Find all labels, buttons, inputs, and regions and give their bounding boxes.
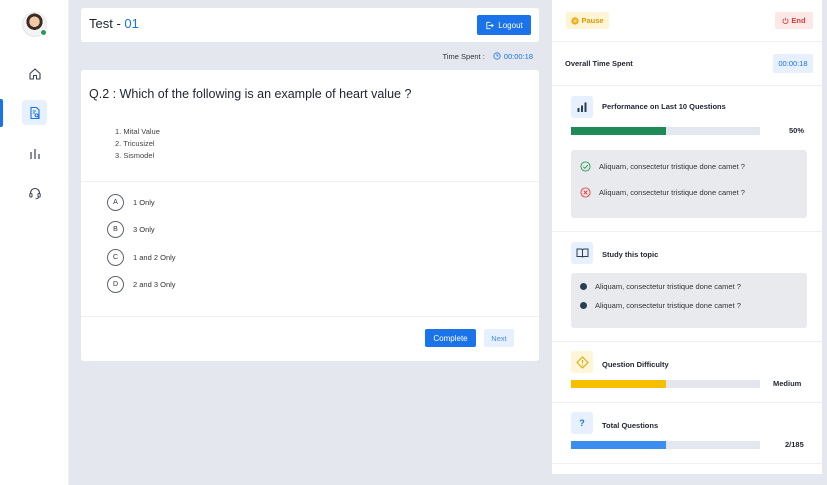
- bullet-icon: [580, 283, 587, 290]
- divider: [552, 231, 822, 232]
- pause-icon: [571, 16, 580, 25]
- divider: [552, 41, 822, 42]
- difficulty-value: Medium: [773, 379, 802, 388]
- bar-chart-icon: [571, 96, 593, 118]
- total-questions-progress-fill: [571, 441, 666, 449]
- logout-button[interactable]: Logout: [477, 15, 531, 35]
- option-radio[interactable]: C: [107, 249, 124, 266]
- book-icon: [571, 242, 593, 264]
- difficulty-title: Question Difficulty: [602, 360, 669, 369]
- stats-card: Pause End Overall Time Spent 00:00:18 Pe…: [552, 0, 822, 474]
- option-a[interactable]: A 1 Only: [107, 194, 155, 211]
- history-item: Aliquam, consectetur tristique done came…: [580, 187, 745, 198]
- option-label: 3 Only: [133, 225, 155, 234]
- option-label: 1 Only: [133, 198, 155, 207]
- option-radio[interactable]: B: [107, 221, 124, 238]
- study-item[interactable]: Aliquam, consectetur tristique done came…: [580, 282, 741, 291]
- study-title: Study this topic: [602, 250, 659, 259]
- time-spent-row: Time Spent : 00:00:18: [81, 50, 533, 62]
- overall-time-label: Overall Time Spent: [565, 59, 633, 68]
- bullet-icon: [580, 302, 587, 309]
- question-mark-icon: ?: [571, 412, 593, 434]
- test-document-icon[interactable]: [22, 100, 47, 125]
- performance-title: Performance on Last 10 Questions: [602, 102, 726, 111]
- total-questions-value: 2/185: [785, 440, 804, 449]
- statement-list: 1. Mital Value 2. Tricusizel 3. Sismodel: [115, 126, 160, 162]
- performance-value: 50%: [789, 126, 805, 135]
- performance-progress-fill: [571, 127, 666, 135]
- question-text: Q.2 : Which of the following is an examp…: [89, 87, 412, 101]
- test-title: Test - 01: [89, 16, 139, 31]
- performance-progress-bar: [571, 127, 760, 135]
- total-questions-progress-bar: [571, 441, 760, 449]
- overall-time-value: 00:00:18: [773, 54, 813, 73]
- time-spent-value: 00:00:18: [493, 52, 533, 61]
- sidebar: [0, 0, 69, 485]
- main-area: Test - 01 Logout Time Spent : 00:00:18 Q…: [69, 0, 552, 485]
- statement-item: 3. Sismodel: [115, 151, 155, 160]
- option-label: 2 and 3 Only: [133, 280, 176, 289]
- nav-active-indicator: [0, 99, 3, 127]
- divider: [552, 402, 822, 403]
- divider: [552, 85, 822, 86]
- option-radio[interactable]: A: [107, 194, 124, 211]
- question-card: Q.2 : Which of the following is an examp…: [81, 70, 539, 361]
- study-item[interactable]: Aliquam, consectetur tristique done came…: [580, 301, 741, 310]
- end-button[interactable]: End: [775, 12, 813, 29]
- divider: [552, 341, 822, 342]
- difficulty-warning-icon: [571, 351, 593, 373]
- option-label: 1 and 2 Only: [133, 253, 176, 262]
- analytics-icon[interactable]: [22, 141, 47, 166]
- home-icon[interactable]: [22, 61, 47, 86]
- next-button[interactable]: Next: [484, 329, 514, 347]
- x-circle-icon: [580, 187, 591, 198]
- test-header: Test - 01 Logout: [81, 8, 539, 42]
- logout-icon: [486, 21, 495, 29]
- difficulty-progress-fill: [571, 380, 666, 388]
- complete-button[interactable]: Complete: [425, 329, 476, 347]
- check-circle-icon: [580, 161, 591, 172]
- option-d[interactable]: D 2 and 3 Only: [107, 276, 176, 293]
- time-spent-label: Time Spent :: [442, 51, 485, 61]
- difficulty-progress-bar: [571, 380, 760, 388]
- online-status-dot: [40, 29, 47, 36]
- support-headset-icon[interactable]: [22, 180, 47, 205]
- option-radio[interactable]: D: [107, 276, 124, 293]
- divider: [552, 463, 822, 464]
- study-topics-box: Aliquam, consectetur tristique done came…: [571, 273, 807, 328]
- divider: [81, 316, 539, 317]
- divider: [81, 181, 539, 182]
- statement-item: 1. Mital Value: [115, 127, 160, 136]
- history-item: Aliquam, consectetur tristique done came…: [580, 161, 745, 172]
- option-b[interactable]: B 3 Only: [107, 221, 155, 238]
- pause-button[interactable]: Pause: [566, 12, 609, 29]
- option-c[interactable]: C 1 and 2 Only: [107, 249, 176, 266]
- stats-panel: Pause End Overall Time Spent 00:00:18 Pe…: [552, 0, 827, 485]
- clock-icon: [493, 52, 501, 60]
- total-questions-title: Total Questions: [602, 421, 659, 430]
- performance-history-box: Aliquam, consectetur tristique done came…: [571, 150, 807, 218]
- power-icon: [782, 17, 789, 24]
- statement-item: 2. Tricusizel: [115, 139, 155, 148]
